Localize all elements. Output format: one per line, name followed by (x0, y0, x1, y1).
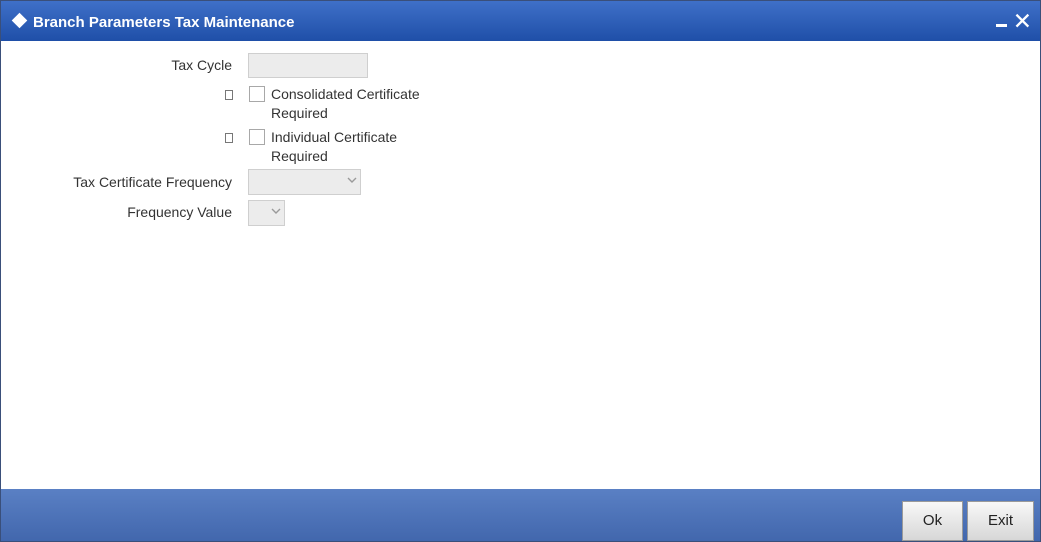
window-title: Branch Parameters Tax Maintenance (33, 14, 295, 31)
diamond-icon (11, 12, 28, 29)
close-button[interactable]: ✕ (1013, 7, 1032, 35)
field-indicator-icon (225, 133, 233, 143)
tax-certificate-frequency-select[interactable] (248, 169, 361, 195)
ok-button[interactable]: Ok (902, 501, 963, 541)
minimize-button[interactable] (996, 11, 1010, 31)
field-indicator-icon (225, 90, 233, 100)
consolidated-certificate-label-line2: Required (271, 105, 328, 121)
individual-certificate-label-line2: Required (271, 148, 328, 164)
tax-cycle-input[interactable] (248, 53, 368, 78)
consolidated-certificate-label-line1: Consolidated Certificate (271, 86, 420, 102)
individual-certificate-label-line1: Individual Certificate (271, 129, 398, 145)
exit-button[interactable]: Exit (967, 501, 1034, 541)
frequency-value-label: Frequency Value (127, 204, 232, 220)
chevron-down-icon (347, 177, 357, 183)
frequency-value-select[interactable] (248, 200, 285, 226)
chevron-down-icon (271, 208, 281, 214)
individual-certificate-checkbox[interactable] (249, 129, 265, 145)
tax-certificate-frequency-label: Tax Certificate Frequency (73, 174, 232, 190)
branch-parameters-tax-window: Branch Parameters Tax Maintenance ✕ Tax … (0, 0, 1041, 542)
footer-bar: Ok Exit (1, 489, 1040, 541)
title-bar[interactable]: Branch Parameters Tax Maintenance ✕ (1, 1, 1040, 41)
consolidated-certificate-checkbox[interactable] (249, 86, 265, 102)
tax-cycle-label: Tax Cycle (171, 57, 232, 73)
